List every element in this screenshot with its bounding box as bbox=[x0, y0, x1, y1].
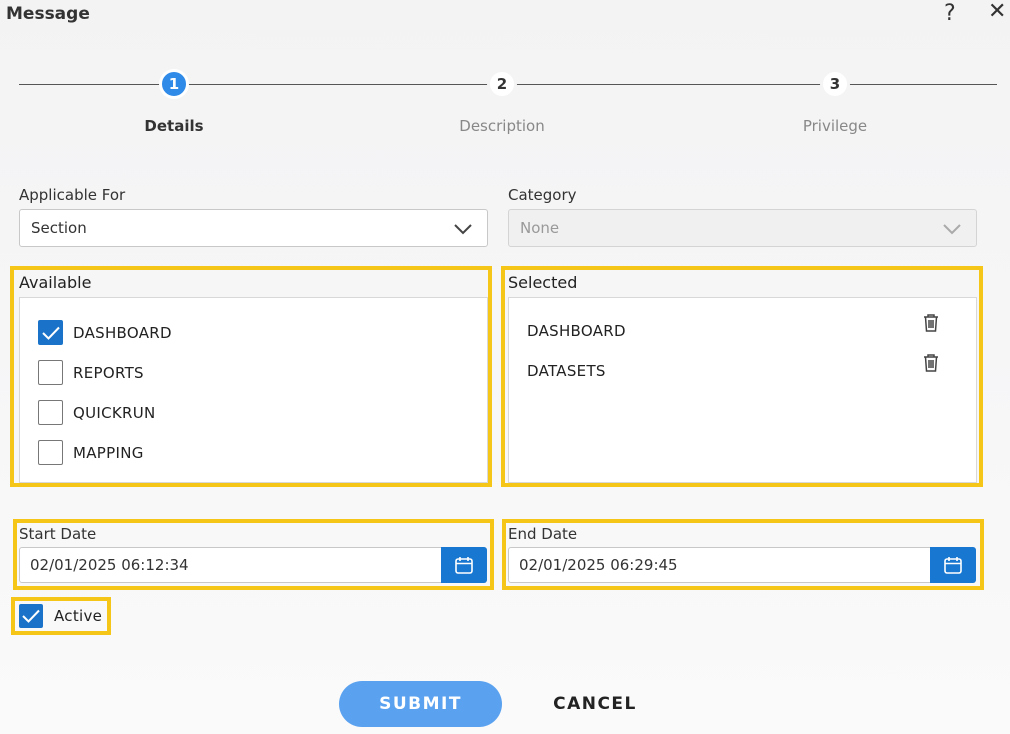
step-3-label[interactable]: Privilege bbox=[735, 117, 935, 135]
available-item-label: DASHBOARD bbox=[73, 324, 172, 342]
available-checkbox-quickrun[interactable] bbox=[38, 400, 63, 425]
start-date-label: Start Date bbox=[19, 525, 97, 543]
start-date-calendar-button[interactable] bbox=[441, 547, 487, 583]
active-label: Active bbox=[54, 607, 103, 625]
available-checkbox-dashboard[interactable] bbox=[38, 320, 63, 345]
step-3-circle[interactable]: 3 bbox=[820, 69, 850, 99]
category-select: None bbox=[508, 209, 977, 247]
chevron-down-icon bbox=[454, 224, 472, 235]
start-date-input[interactable]: 02/01/2025 06:12:34 bbox=[19, 547, 442, 583]
trash-icon[interactable] bbox=[922, 313, 940, 333]
check-icon bbox=[41, 326, 60, 340]
category-value: None bbox=[520, 219, 560, 237]
chevron-down-icon bbox=[943, 224, 961, 235]
available-item-label: REPORTS bbox=[73, 364, 144, 382]
submit-button[interactable]: SUBMIT bbox=[339, 681, 502, 727]
start-date-value: 02/01/2025 06:12:34 bbox=[30, 556, 189, 574]
step-1-number: 1 bbox=[168, 75, 180, 93]
available-item-label: MAPPING bbox=[73, 444, 144, 462]
available-checkbox-reports[interactable] bbox=[38, 360, 63, 385]
available-checkbox-mapping[interactable] bbox=[38, 440, 63, 465]
selected-item-label: DATASETS bbox=[527, 362, 606, 380]
help-icon[interactable]: ? bbox=[944, 1, 956, 26]
step-2-number: 2 bbox=[496, 75, 508, 93]
selected-item-label: DASHBOARD bbox=[527, 322, 626, 340]
close-icon[interactable]: ✕ bbox=[988, 0, 1006, 24]
calendar-icon bbox=[944, 557, 962, 574]
end-date-label: End Date bbox=[508, 525, 578, 543]
trash-icon[interactable] bbox=[922, 353, 940, 373]
available-item-label: QUICKRUN bbox=[73, 404, 156, 422]
cancel-button[interactable]: CANCEL bbox=[545, 681, 645, 727]
applicable-for-select[interactable]: Section bbox=[19, 209, 488, 247]
category-label: Category bbox=[508, 186, 577, 204]
active-checkbox[interactable] bbox=[19, 604, 43, 628]
dialog-title: Message bbox=[6, 4, 90, 24]
end-date-input[interactable]: 02/01/2025 06:29:45 bbox=[508, 547, 931, 583]
applicable-for-label: Applicable For bbox=[19, 186, 126, 204]
end-date-calendar-button[interactable] bbox=[930, 547, 976, 583]
step-2-circle[interactable]: 2 bbox=[487, 69, 517, 99]
calendar-icon bbox=[455, 557, 473, 574]
check-icon bbox=[22, 609, 40, 623]
applicable-for-value: Section bbox=[31, 219, 87, 237]
step-2-label[interactable]: Description bbox=[402, 117, 602, 135]
step-1-circle[interactable]: 1 bbox=[159, 69, 189, 99]
step-1-label[interactable]: Details bbox=[74, 117, 274, 135]
selected-title: Selected bbox=[508, 273, 578, 292]
end-date-value: 02/01/2025 06:29:45 bbox=[519, 556, 678, 574]
available-title: Available bbox=[19, 273, 92, 292]
step-3-number: 3 bbox=[829, 75, 841, 93]
